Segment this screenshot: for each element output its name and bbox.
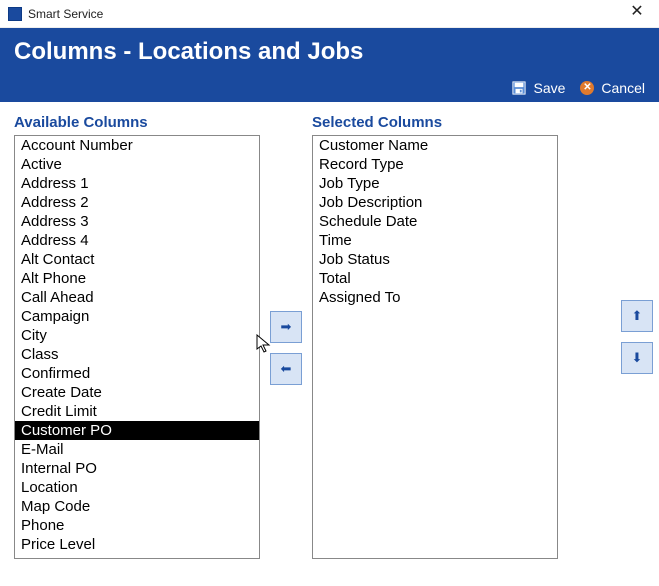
list-item[interactable]: Confirmed bbox=[15, 364, 259, 383]
app-icon bbox=[8, 7, 22, 21]
list-item[interactable]: Recurrence bbox=[15, 554, 259, 559]
selected-listbox[interactable]: Customer NameRecord TypeJob TypeJob Desc… bbox=[312, 135, 558, 559]
window-title: Smart Service bbox=[28, 7, 103, 21]
save-label: Save bbox=[533, 80, 565, 96]
list-item[interactable]: Address 2 bbox=[15, 193, 259, 212]
available-group: Available Columns Account NumberActiveAd… bbox=[14, 114, 260, 559]
close-button[interactable]: ✕ bbox=[623, 3, 651, 25]
selected-group: Selected Columns Customer NameRecord Typ… bbox=[312, 114, 558, 559]
list-item[interactable]: Assigned To bbox=[313, 288, 557, 307]
list-item[interactable]: Credit Limit bbox=[15, 402, 259, 421]
list-item[interactable]: Job Status bbox=[313, 250, 557, 269]
selected-label: Selected Columns bbox=[312, 114, 558, 131]
list-item[interactable]: Job Description bbox=[313, 193, 557, 212]
list-item[interactable]: Job Type bbox=[313, 174, 557, 193]
list-item[interactable]: Record Type bbox=[313, 155, 557, 174]
reorder-buttons: ⬆ ⬇ bbox=[621, 300, 653, 374]
save-button[interactable]: Save bbox=[511, 80, 565, 96]
cancel-icon: ✕ bbox=[579, 80, 595, 96]
list-item[interactable]: Active bbox=[15, 155, 259, 174]
list-item[interactable]: City bbox=[15, 326, 259, 345]
cancel-button[interactable]: ✕ Cancel bbox=[579, 80, 645, 96]
list-item[interactable]: Phone bbox=[15, 516, 259, 535]
move-right-button[interactable]: ➡ bbox=[270, 311, 302, 343]
list-item[interactable]: Account Number bbox=[15, 136, 259, 155]
list-item[interactable]: Address 4 bbox=[15, 231, 259, 250]
list-item[interactable]: Time bbox=[313, 231, 557, 250]
move-buttons: ➡ ⬅ bbox=[270, 114, 302, 559]
list-item[interactable]: Customer PO bbox=[15, 421, 259, 440]
list-item[interactable]: Price Level bbox=[15, 535, 259, 554]
list-item[interactable]: Schedule Date bbox=[313, 212, 557, 231]
page-title: Columns - Locations and Jobs bbox=[14, 38, 645, 66]
list-item[interactable]: Alt Contact bbox=[15, 250, 259, 269]
dialog-header: Columns - Locations and Jobs bbox=[0, 28, 659, 76]
list-item[interactable]: Alt Phone bbox=[15, 269, 259, 288]
move-up-button[interactable]: ⬆ bbox=[621, 300, 653, 332]
titlebar: Smart Service ✕ bbox=[0, 0, 659, 28]
save-icon bbox=[511, 80, 527, 96]
list-item[interactable]: Address 1 bbox=[15, 174, 259, 193]
arrow-right-icon: ➡ bbox=[281, 319, 292, 335]
arrow-down-icon: ⬇ bbox=[632, 350, 643, 366]
list-item[interactable]: Total bbox=[313, 269, 557, 288]
list-item[interactable]: Call Ahead bbox=[15, 288, 259, 307]
list-item[interactable]: Class bbox=[15, 345, 259, 364]
available-label: Available Columns bbox=[14, 114, 260, 131]
list-item[interactable]: Campaign bbox=[15, 307, 259, 326]
arrow-left-icon: ⬅ bbox=[281, 361, 292, 377]
list-item[interactable]: E-Mail bbox=[15, 440, 259, 459]
list-item[interactable]: Customer Name bbox=[313, 136, 557, 155]
list-item[interactable]: Internal PO bbox=[15, 459, 259, 478]
cancel-label: Cancel bbox=[601, 80, 645, 96]
arrow-up-icon: ⬆ bbox=[632, 308, 643, 324]
available-listbox[interactable]: Account NumberActiveAddress 1Address 2Ad… bbox=[14, 135, 260, 559]
move-left-button[interactable]: ⬅ bbox=[270, 353, 302, 385]
list-item[interactable]: Location bbox=[15, 478, 259, 497]
list-item[interactable]: Address 3 bbox=[15, 212, 259, 231]
list-item[interactable]: Map Code bbox=[15, 497, 259, 516]
list-item[interactable]: Create Date bbox=[15, 383, 259, 402]
move-down-button[interactable]: ⬇ bbox=[621, 342, 653, 374]
content: Available Columns Account NumberActiveAd… bbox=[0, 102, 659, 571]
toolbar: Save ✕ Cancel bbox=[0, 76, 659, 102]
